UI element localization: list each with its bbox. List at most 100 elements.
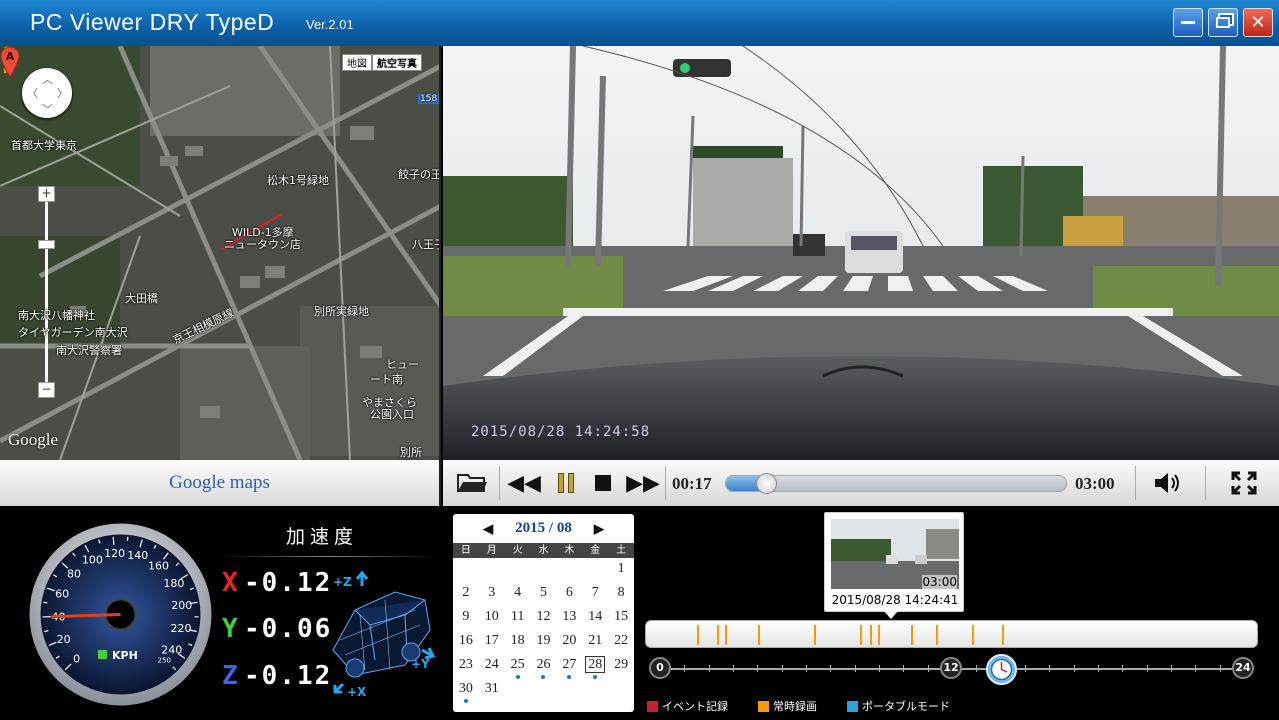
map-type-satellite[interactable]: 航空写真 (372, 54, 422, 71)
pan-down-icon[interactable]: ﹀ (42, 101, 53, 117)
calendar-day-number: 22 (614, 633, 629, 648)
volume-button[interactable] (1151, 468, 1185, 498)
calendar-day[interactable]: 13 (556, 606, 582, 630)
calendar-day[interactable]: 16 (453, 630, 479, 654)
pan-left-icon[interactable]: 〈 (27, 85, 38, 101)
recording-marker[interactable] (717, 625, 720, 645)
calendar-next-button[interactable]: ▶ (594, 521, 604, 537)
calendar-day[interactable]: 15 (608, 606, 634, 630)
current-time: 00:17 (672, 474, 712, 493)
recording-marker[interactable] (758, 625, 761, 645)
map-label: 大田橋 (125, 292, 158, 305)
zoom-out-button[interactable]: − (38, 382, 55, 398)
calendar-day (505, 558, 531, 582)
recording-marker[interactable] (877, 625, 880, 645)
calendar-day[interactable]: 3 (479, 582, 505, 606)
recording-marker[interactable] (936, 625, 939, 645)
seek-bar-handle[interactable] (756, 473, 777, 494)
zoom-slider-handle[interactable] (38, 240, 55, 249)
fullscreen-button[interactable] (1227, 468, 1261, 498)
zoom-slider-track[interactable] (45, 186, 48, 392)
calendar-day[interactable]: 27 (556, 654, 582, 679)
close-button[interactable]: ✕ (1243, 8, 1273, 37)
map-panel[interactable]: 地図 航空写真 ︿ ﹀ 〈 〉 + − A 首都大学東京 158 松木1号緑地 … (0, 46, 441, 460)
calendar-day[interactable]: 31 (479, 678, 505, 702)
recording-marker[interactable] (910, 625, 913, 645)
map-type-map[interactable]: 地図 (342, 54, 372, 71)
recording-marker[interactable] (971, 625, 974, 645)
calendar-day[interactable]: 2 (453, 582, 479, 606)
recording-marker[interactable] (870, 625, 873, 645)
fast-forward-button[interactable]: ▶▶ (623, 468, 663, 498)
pan-up-icon[interactable]: ︿ (42, 71, 53, 87)
timeline-hour-tick (976, 665, 978, 672)
calendar-day[interactable]: 30 (453, 678, 479, 703)
seek-bar[interactable] (725, 473, 1067, 494)
pan-right-icon[interactable]: 〉 (57, 85, 68, 101)
calendar-day[interactable]: 24 (479, 654, 505, 678)
stop-button[interactable] (586, 468, 620, 498)
calendar-day-number: 4 (514, 585, 522, 600)
recording-marker[interactable] (1002, 625, 1005, 645)
calendar-weekdays: 日月火水木金土 (453, 543, 634, 558)
calendar-day-number: 25 (510, 657, 525, 672)
thumbnail-duration: 03:00 (922, 575, 957, 589)
calendar-day[interactable]: 28 (582, 654, 608, 679)
calendar-day[interactable]: 19 (531, 630, 557, 654)
legend-item: イベント記録 (647, 698, 728, 714)
timeline-label-start: 0 (649, 657, 671, 679)
recording-marker[interactable] (696, 625, 699, 645)
acceleration-title: 加速度 (286, 526, 359, 548)
calendar-day[interactable]: 7 (582, 582, 608, 606)
calendar-day-number: 1 (617, 561, 625, 576)
calendar-day[interactable]: 23 (453, 654, 479, 678)
maximize-button[interactable] (1208, 8, 1238, 37)
zoom-in-button[interactable]: + (38, 186, 55, 202)
calendar-day[interactable]: 12 (531, 606, 557, 630)
recording-marker[interactable] (859, 625, 862, 645)
recording-marker[interactable] (814, 625, 817, 645)
pause-button[interactable] (549, 468, 583, 498)
calendar-day-number: 26 (536, 657, 551, 672)
map-label: 公園入口 (370, 408, 414, 421)
map-type-switch[interactable]: 地図 航空写真 (342, 54, 422, 71)
calendar-prev-button[interactable]: ◀ (483, 521, 493, 537)
divider (222, 556, 437, 557)
location-marker-icon[interactable]: A (0, 46, 20, 78)
video-player[interactable]: 2015/08/28 14:24:58 (443, 46, 1279, 460)
calendar-day[interactable]: 14 (582, 606, 608, 630)
timeline-bar[interactable] (645, 620, 1258, 648)
speed-tick-label: 100 (82, 553, 103, 566)
calendar-day[interactable]: 22 (608, 630, 634, 654)
accel-x-value: -0.12 (244, 568, 333, 598)
calendar-day[interactable]: 8 (608, 582, 634, 606)
calendar-day[interactable]: 17 (479, 630, 505, 654)
calendar-day[interactable]: 20 (556, 630, 582, 654)
timeline-hour-tick (1122, 665, 1124, 672)
calendar-day[interactable]: 11 (505, 606, 531, 630)
calendar-day[interactable]: 9 (453, 606, 479, 630)
calendar-day[interactable]: 6 (556, 582, 582, 606)
open-folder-button[interactable] (455, 468, 489, 498)
calendar-day-number: 19 (536, 633, 551, 648)
calendar-day[interactable]: 26 (531, 654, 557, 679)
map-label: 首都大学東京 (11, 139, 77, 152)
calendar-day-number: 12 (536, 609, 551, 624)
calendar-day[interactable]: 21 (582, 630, 608, 654)
pan-control[interactable]: ︿ ﹀ 〈 〉 (22, 68, 72, 118)
calendar-day[interactable]: 1 (608, 558, 634, 582)
calendar-day[interactable]: 10 (479, 606, 505, 630)
calendar-day[interactable]: 18 (505, 630, 531, 654)
timeline-clock-handle[interactable] (986, 654, 1017, 685)
calendar-day-number: 23 (458, 657, 473, 672)
car-axis-x-label: +X (347, 685, 367, 699)
calendar-day-number: 7 (591, 585, 599, 600)
recording-marker[interactable] (724, 625, 727, 645)
rewind-button[interactable]: ◀◀ (507, 468, 541, 498)
calendar-day[interactable]: 29 (608, 654, 634, 678)
calendar-day[interactable]: 25 (505, 654, 531, 679)
timeline-thumbnail[interactable]: 03:00 2015/08/28 14:24:41 (824, 512, 964, 612)
calendar-day[interactable]: 5 (531, 582, 557, 606)
calendar-day[interactable]: 4 (505, 582, 531, 606)
minimize-button[interactable] (1173, 8, 1203, 37)
